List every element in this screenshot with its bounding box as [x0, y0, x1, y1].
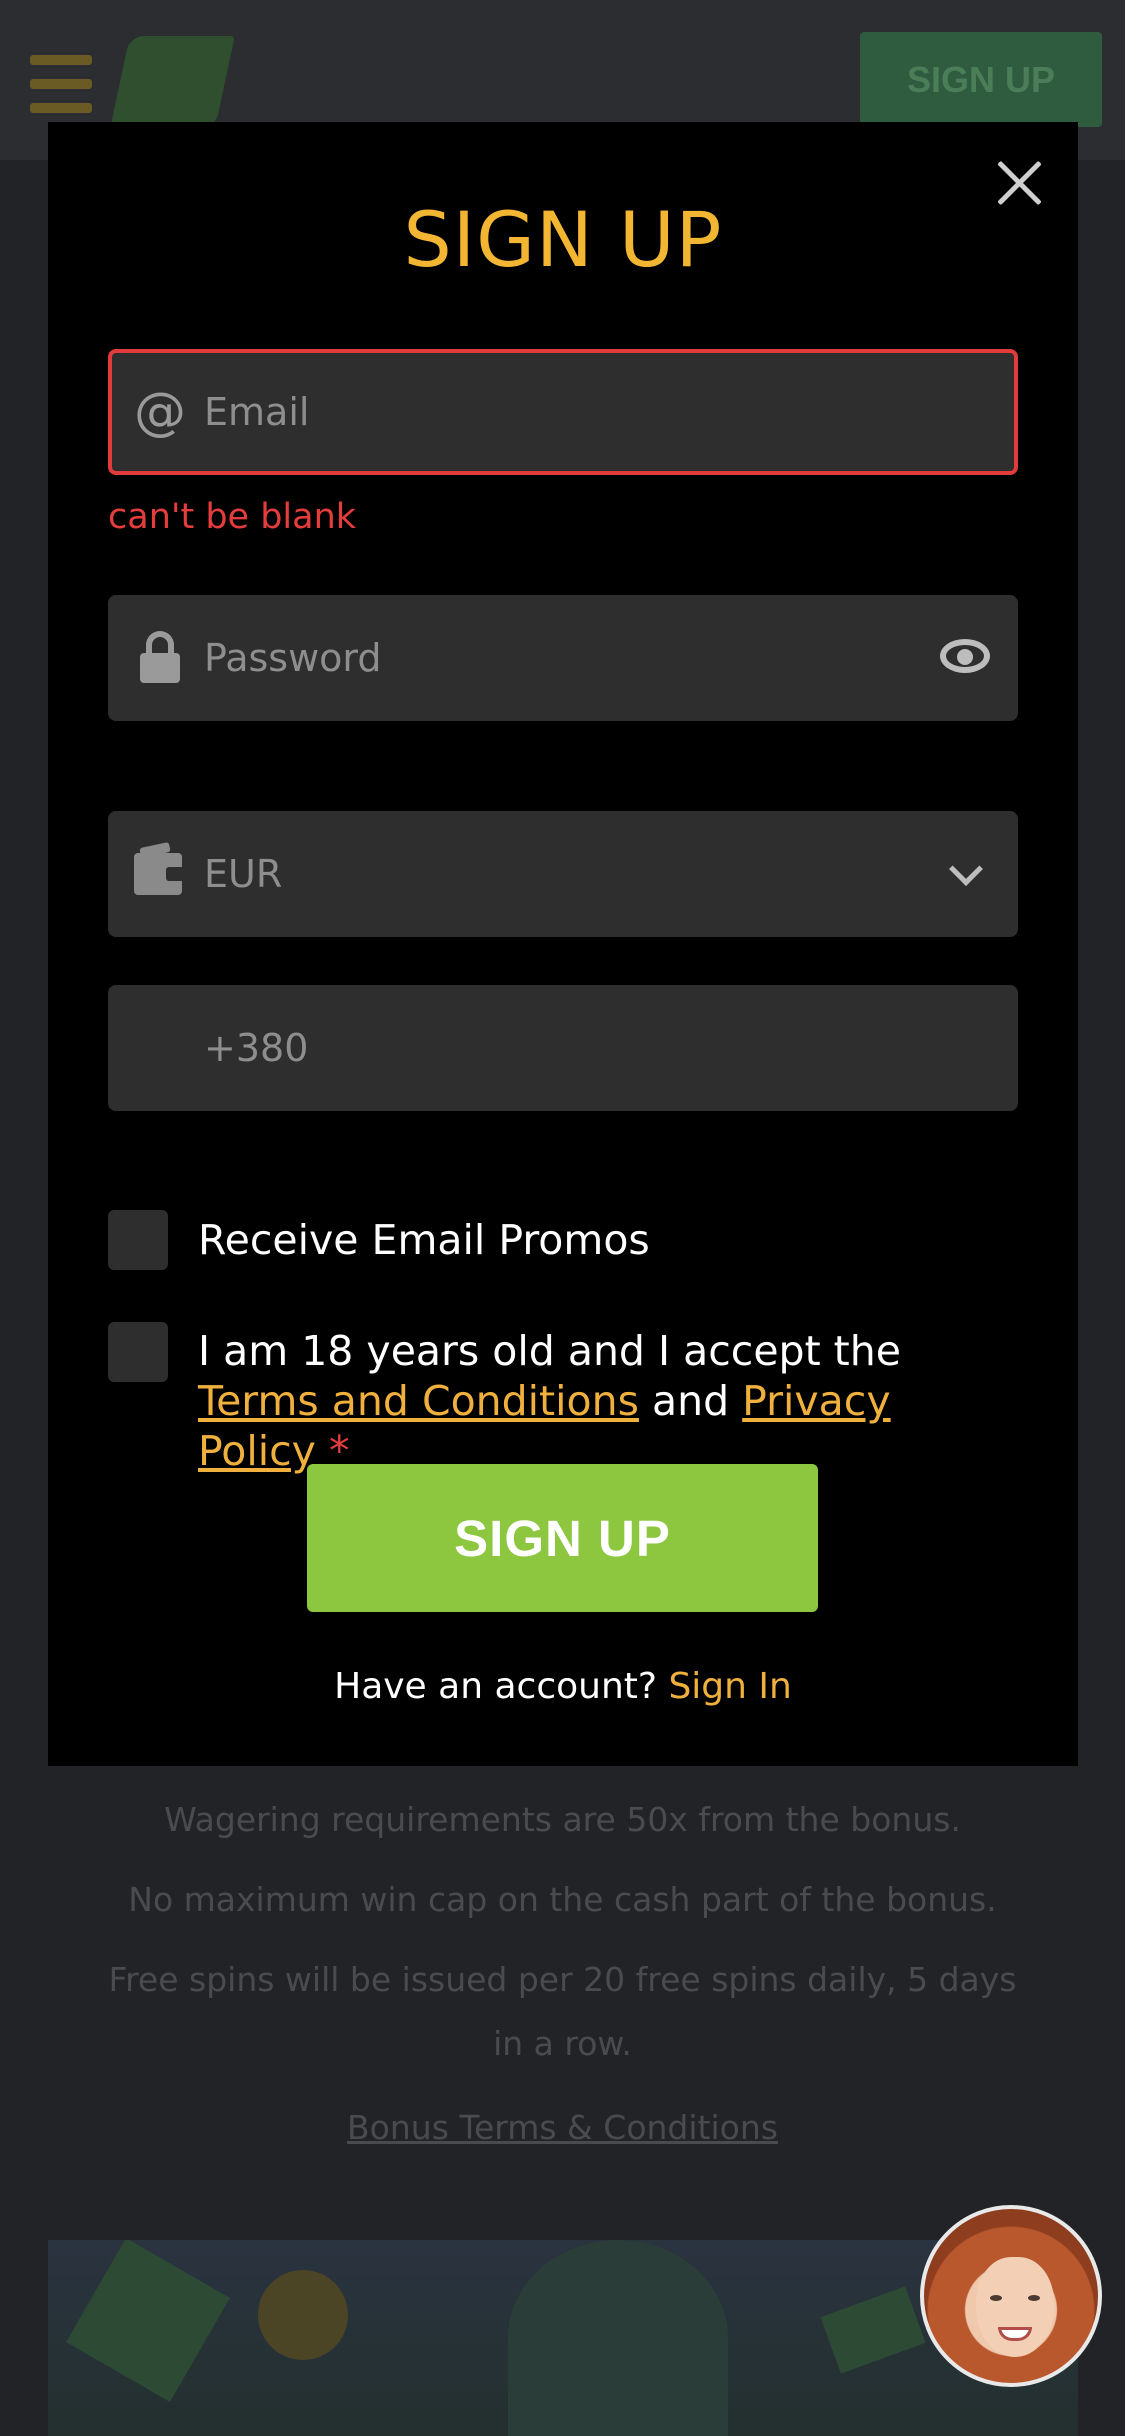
bonus-info-line: in a row.	[493, 2024, 632, 2063]
sign-in-link[interactable]: Sign In	[668, 1666, 791, 1707]
bonus-info-line: No maximum win cap on the cash part of t…	[128, 1880, 997, 1919]
phone-placeholder: +380	[204, 1026, 309, 1070]
email-promos-checkbox[interactable]	[108, 1210, 168, 1270]
header-signup-button[interactable]: SIGN UP	[860, 32, 1102, 127]
bonus-info-line: Free spins will be issued per 20 free sp…	[108, 1960, 1017, 1999]
bonus-info-line: Wagering requirements are 50x from the b…	[164, 1800, 961, 1839]
age-terms-label: I am 18 years old and I accept the Terms…	[198, 1327, 901, 1475]
have-account-text: Have an account? Sign In	[334, 1666, 792, 1707]
support-chat-avatar[interactable]	[920, 2205, 1102, 2387]
wallet-icon	[134, 853, 184, 895]
hamburger-icon[interactable]	[30, 55, 92, 113]
modal-title: SIGN UP	[403, 195, 723, 284]
phone-field[interactable]: +380	[108, 985, 1018, 1111]
email-error: can't be blank	[108, 497, 357, 537]
bonus-terms-link[interactable]: Bonus Terms & Conditions	[0, 2096, 1125, 2160]
age-terms-checkbox[interactable]	[108, 1322, 168, 1382]
eye-icon[interactable]	[940, 639, 990, 673]
chevron-down-icon	[949, 852, 983, 886]
lock-icon	[140, 631, 180, 683]
email-promos-label: Receive Email Promos	[198, 1216, 650, 1264]
site-logo	[110, 36, 235, 128]
terms-link[interactable]: Terms and Conditions	[198, 1377, 639, 1425]
password-field[interactable]: Password	[108, 595, 1018, 721]
email-field[interactable]: @ Email	[108, 349, 1018, 475]
currency-select[interactable]: EUR	[108, 811, 1018, 937]
email-placeholder: Email	[204, 390, 310, 434]
at-icon: @	[134, 382, 186, 442]
currency-value: EUR	[204, 852, 283, 896]
password-placeholder: Password	[204, 636, 382, 680]
signup-submit-button[interactable]: SIGN UP	[307, 1464, 818, 1612]
